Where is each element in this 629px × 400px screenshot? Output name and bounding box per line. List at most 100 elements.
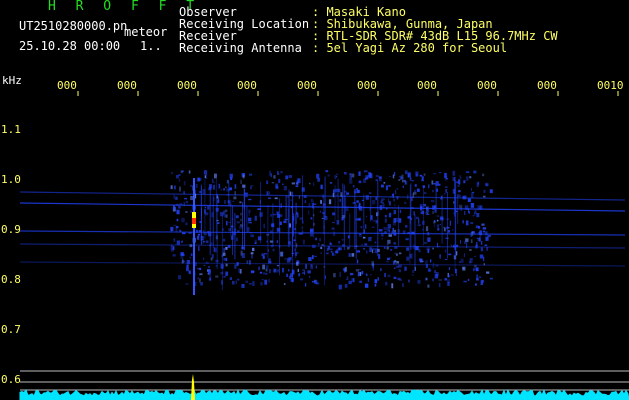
noise-speck xyxy=(300,278,303,281)
noise-speck xyxy=(328,199,332,205)
noise-speck xyxy=(172,254,176,257)
noise-speck xyxy=(372,220,376,222)
noise-speck xyxy=(214,173,217,179)
noise-speck xyxy=(305,264,307,269)
noise-speck xyxy=(345,206,349,212)
noise-speck xyxy=(357,271,360,277)
noise-speck xyxy=(268,258,271,263)
noise-speck xyxy=(384,231,387,234)
y-tick-label: 0.6 xyxy=(1,373,21,386)
noise-speck xyxy=(339,199,341,202)
noise-speck xyxy=(320,184,323,190)
noise-speck xyxy=(185,211,188,213)
noise-speck xyxy=(444,258,448,260)
noise-speck xyxy=(479,254,484,259)
noise-speck xyxy=(290,199,292,201)
noise-speck xyxy=(281,251,283,256)
noise-speck xyxy=(470,239,473,243)
noise-speck xyxy=(420,206,423,211)
noise-speck xyxy=(319,238,321,242)
noise-speck xyxy=(450,244,452,247)
noise-speck xyxy=(483,256,485,262)
noise-speck xyxy=(188,270,191,275)
noise-speck xyxy=(437,228,440,231)
noise-speck xyxy=(197,277,199,280)
noise-speck xyxy=(404,181,408,185)
noise-speck xyxy=(402,185,404,188)
noise-speck xyxy=(476,274,479,279)
noise-speck xyxy=(232,280,235,285)
noise-speck xyxy=(336,219,340,225)
noise-speck xyxy=(411,180,415,182)
noise-speck xyxy=(176,203,179,206)
noise-speck xyxy=(432,210,434,214)
noise-speck xyxy=(436,219,439,222)
noise-speck xyxy=(444,227,446,232)
noise-speck xyxy=(428,240,430,242)
noise-speck xyxy=(450,274,454,276)
noise-speck xyxy=(179,186,181,192)
noise-speck xyxy=(426,206,429,208)
noise-speck xyxy=(207,206,210,210)
noise-speck xyxy=(366,250,368,254)
noise-speck xyxy=(433,223,435,228)
noise-speck xyxy=(178,205,181,209)
y-tick-label: 0.7 xyxy=(1,323,21,336)
noise-speck xyxy=(239,225,241,230)
noise-speck xyxy=(197,235,200,240)
noise-speck xyxy=(404,266,407,271)
noise-speck xyxy=(317,178,320,182)
noise-speck xyxy=(234,184,237,189)
noise-speck xyxy=(252,247,255,252)
noise-speck xyxy=(263,272,265,275)
noise-speck xyxy=(270,173,272,177)
power-baseline xyxy=(19,388,629,400)
noise-speck xyxy=(470,222,474,225)
noise-speck xyxy=(387,257,390,261)
noise-speck xyxy=(475,225,479,229)
noise-speck xyxy=(330,248,333,251)
noise-speck xyxy=(390,248,393,251)
noise-speck xyxy=(183,260,185,262)
noise-speck xyxy=(185,201,189,204)
noise-speck xyxy=(427,268,431,272)
noise-speck xyxy=(280,203,282,209)
noise-speck xyxy=(211,254,214,259)
noise-speck xyxy=(197,177,202,181)
noise-speck xyxy=(237,278,240,281)
noise-speck xyxy=(270,214,273,217)
noise-speck xyxy=(272,248,275,252)
noise-speck xyxy=(223,258,226,261)
noise-speck xyxy=(366,215,368,218)
noise-speck xyxy=(395,189,397,195)
noise-speck xyxy=(249,232,252,234)
noise-speck xyxy=(173,194,175,199)
noise-speck xyxy=(282,267,284,273)
noise-speck xyxy=(419,174,423,177)
noise-speck xyxy=(432,278,434,282)
noise-speck xyxy=(417,224,421,226)
noise-speck xyxy=(170,226,174,232)
noise-speck xyxy=(406,194,409,200)
noise-speck xyxy=(254,239,257,243)
noise-speck xyxy=(222,238,226,242)
noise-speck xyxy=(361,243,363,246)
noise-speck xyxy=(399,209,402,214)
noise-speck xyxy=(241,284,245,288)
noise-speck xyxy=(171,172,173,175)
noise-speck xyxy=(188,170,191,174)
noise-speck xyxy=(276,211,279,215)
noise-speck xyxy=(334,174,336,180)
x-tick-label: 000 xyxy=(117,79,137,92)
x-tick-label: 000 xyxy=(177,79,197,92)
noise-speck xyxy=(411,207,414,209)
noise-speck xyxy=(391,283,394,289)
noise-speck xyxy=(427,284,430,288)
x-tick-label: 000 xyxy=(237,79,257,92)
noise-speck xyxy=(314,280,318,284)
noise-speck xyxy=(286,273,289,277)
noise-speck xyxy=(476,182,479,187)
noise-speck xyxy=(213,181,215,183)
noise-speck xyxy=(392,227,394,233)
noise-speck xyxy=(175,226,179,229)
